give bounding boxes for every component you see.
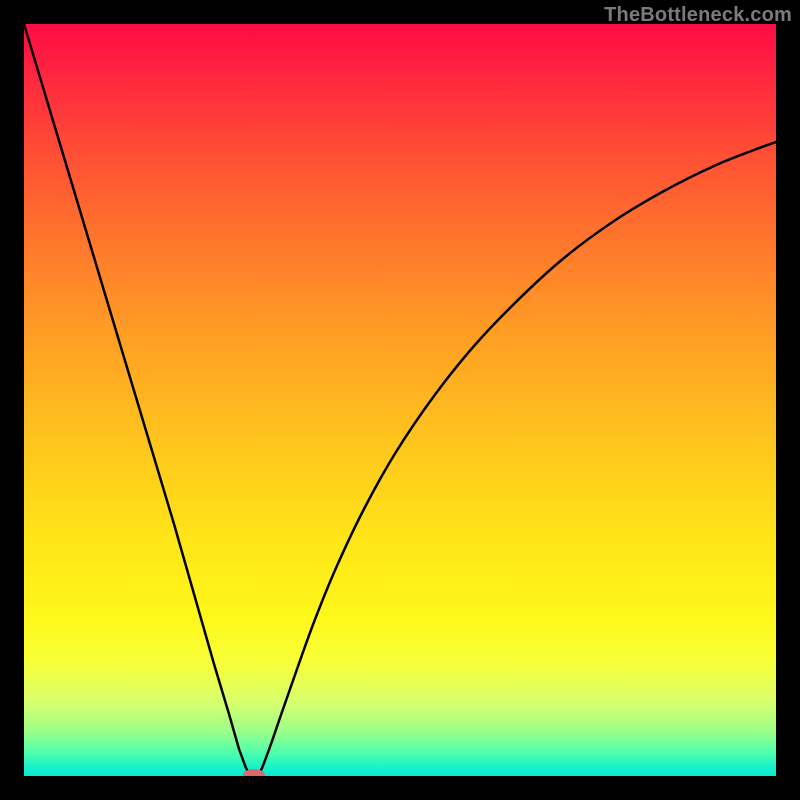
chart-plot-area [24, 24, 776, 776]
watermark-text: TheBottleneck.com [604, 4, 792, 27]
right-branch-curve [258, 142, 776, 775]
chart-svg [24, 24, 776, 776]
left-branch-curve [24, 24, 250, 775]
